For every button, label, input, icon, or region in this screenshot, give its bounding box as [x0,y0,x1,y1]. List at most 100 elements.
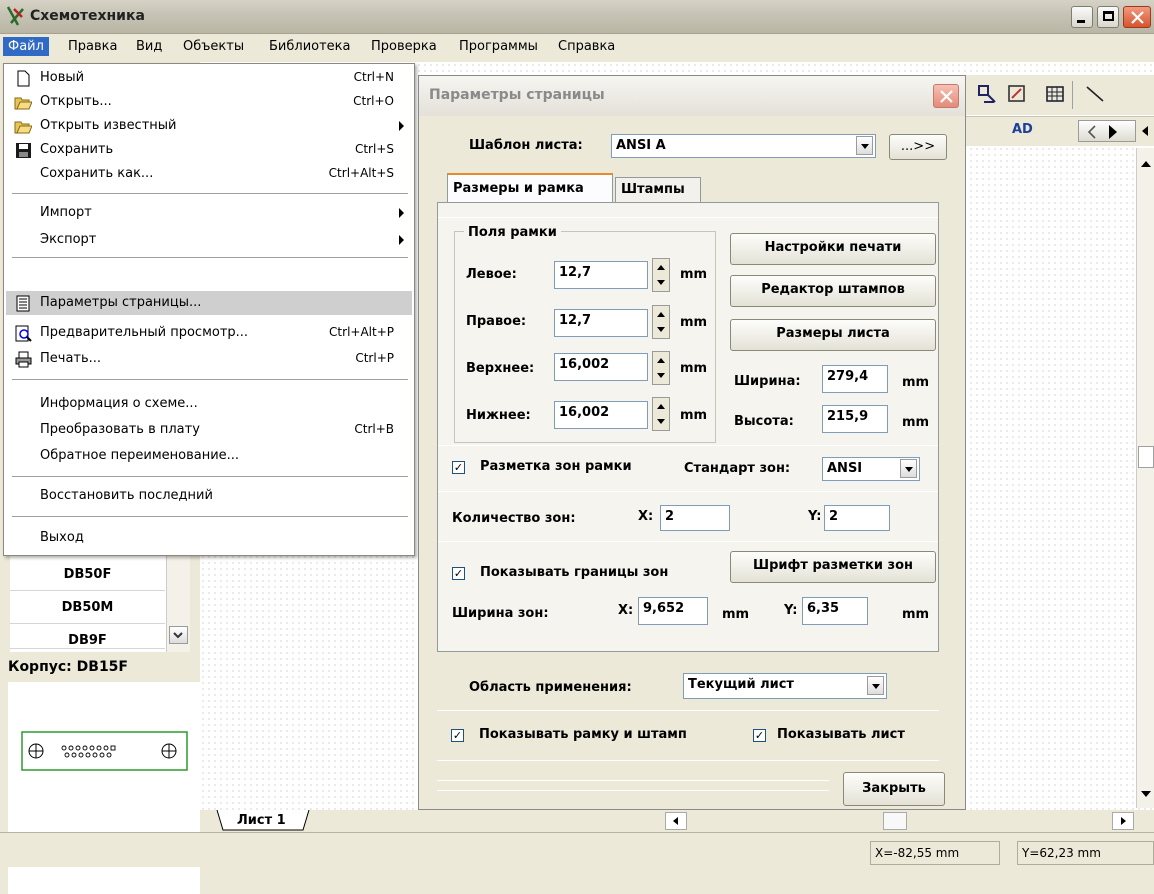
menu-item-exit[interactable]: Выход [6,526,412,550]
left-margin-label: Левое: [466,267,517,282]
stamp-editor-button[interactable]: Редактор штампов [730,275,936,307]
sheet-tab-label: Лист 1 [237,813,286,828]
grid-icon[interactable] [1044,83,1066,105]
show-frame-checkbox[interactable]: ✓ [451,729,464,742]
arrow-left-icon[interactable] [1138,123,1152,139]
divider [437,760,939,761]
open-folder-icon [14,97,32,110]
chevron-down-icon [900,459,917,478]
list-item[interactable]: DB9F [10,625,165,649]
menu-item-save[interactable]: Сохранить Ctrl+S [6,138,412,162]
scroll-right-button[interactable] [1112,812,1134,830]
netlist-icon[interactable] [976,83,998,105]
zone-y-label: Y: [808,509,822,524]
left-margin-input[interactable]: 12,7 [554,261,648,289]
bottom-margin-label: Нижнее: [466,408,531,423]
scroll-up-arrow-icon[interactable] [1139,158,1153,170]
scroll-thumb[interactable] [1138,446,1154,468]
frame-group-title: Поля рамки [464,225,561,240]
arrow-left-right-icon [1087,125,1117,139]
template-select[interactable]: ANSI A [611,134,876,158]
horizontal-scroll-thumb[interactable] [883,812,907,830]
menu-library[interactable]: Библиотека [269,39,351,54]
right-margin-spinner[interactable] [652,305,670,339]
close-window-button[interactable] [1123,6,1151,28]
minimize-button[interactable] [1071,6,1093,28]
list-item[interactable]: DB50F [10,559,165,591]
menu-item-print-preview[interactable]: Предварительный просмотр... Ctrl+Alt+P [6,321,412,345]
menu-edit[interactable]: Правка [68,39,117,54]
width-input[interactable]: 279,4 [822,365,888,393]
status-x: X=-82,55 mm [870,841,1000,865]
page-navigator[interactable] [1078,120,1136,142]
menu-item-back-annotate[interactable]: Обратное переименование... [6,444,412,468]
menu-item-print[interactable]: Печать... Ctrl+P [6,347,412,371]
chevron-down-icon [856,136,873,155]
toolbar-divider [1072,81,1073,109]
zone-font-button[interactable]: Шрифт разметки зон [730,551,936,583]
connector-preview [21,731,188,771]
tab-stamps[interactable]: Штампы [615,177,701,203]
scope-select[interactable]: Текущий лист [683,673,887,699]
zone-width-y-input[interactable]: 6,35 [802,597,868,625]
menu-help[interactable]: Справка [558,39,615,54]
menu-programs[interactable]: Программы [459,39,538,54]
zone-count-label: Количество зон: [452,511,576,526]
menu-item-new[interactable]: Новый Ctrl+N [6,66,412,90]
line-tool-icon[interactable] [1084,83,1106,105]
scroll-down-arrow-icon[interactable] [1139,788,1153,800]
show-borders-checkbox[interactable]: ✓ [452,567,465,580]
bottom-margin-input[interactable]: 16,002 [554,401,648,429]
maximize-button[interactable] [1097,6,1119,28]
menu-check[interactable]: Проверка [371,39,437,54]
show-sheet-checkbox[interactable]: ✓ [753,729,766,742]
sheet-tab[interactable]: Лист 1 [215,809,315,832]
menu-view[interactable]: Вид [136,39,162,54]
close-button[interactable]: Закрыть [843,772,945,806]
scroll-left-button[interactable] [665,812,687,830]
page-setup-icon [16,295,30,312]
open-folder-icon [14,121,32,134]
list-scrollbar[interactable] [166,552,190,652]
vertical-scrollbar[interactable] [1136,148,1154,808]
zone-standard-select[interactable]: ANSI [822,457,920,481]
menu-item-save-as[interactable]: Сохранить как... Ctrl+Alt+S [6,162,412,186]
scroll-down-button[interactable] [169,626,188,644]
dialog-title-bar: Параметры страницы [419,76,965,116]
menu-separator [12,516,408,517]
right-margin-input[interactable]: 12,7 [554,309,648,337]
menu-item-page-setup[interactable]: Параметры страницы... [6,291,412,315]
left-margin-spinner[interactable] [652,258,670,292]
component-icon[interactable] [1006,83,1028,105]
menu-item-schema-info[interactable]: Информация о схеме... [6,392,412,416]
unit-label: mm [680,267,708,282]
menu-file[interactable]: Файл [3,37,49,56]
menu-item-import[interactable]: Импорт [6,201,412,225]
menu-item-open[interactable]: Открыть... Ctrl+O [6,90,412,114]
print-settings-button[interactable]: Настройки печати [730,233,936,265]
top-margin-input[interactable]: 16,002 [554,353,648,381]
list-item[interactable]: DB50M [10,592,165,624]
height-input[interactable]: 215,9 [822,405,888,433]
arrow-right-icon [1121,817,1126,825]
chevron-down-icon [867,676,884,695]
divider [438,445,938,446]
zones-checkbox[interactable]: ✓ [452,461,465,474]
ad-label[interactable]: AD [1012,122,1033,137]
menu-item-export[interactable]: Экспорт [6,228,412,252]
menu-item-open-recent[interactable]: Открыть известный [6,114,412,138]
dialog-close-button[interactable] [933,84,959,108]
divider [438,217,938,218]
sheet-sizes-button[interactable]: Размеры листа [730,319,936,351]
template-more-button[interactable]: ...>> [889,134,947,160]
bottom-margin-spinner[interactable] [652,397,670,431]
zone-y-input[interactable]: 2 [824,505,890,531]
tab-size-frame[interactable]: Размеры и рамка [447,173,613,203]
preview-icon [15,325,32,342]
zone-width-x-input[interactable]: 9,652 [638,597,708,625]
menu-item-restore-last[interactable]: Восстановить последний [6,484,412,508]
zone-x-input[interactable]: 2 [660,505,730,531]
menu-objects[interactable]: Объекты [183,39,244,54]
top-margin-spinner[interactable] [652,351,670,385]
menu-item-convert-to-board[interactable]: Преобразовать в плату Ctrl+B [6,418,412,442]
